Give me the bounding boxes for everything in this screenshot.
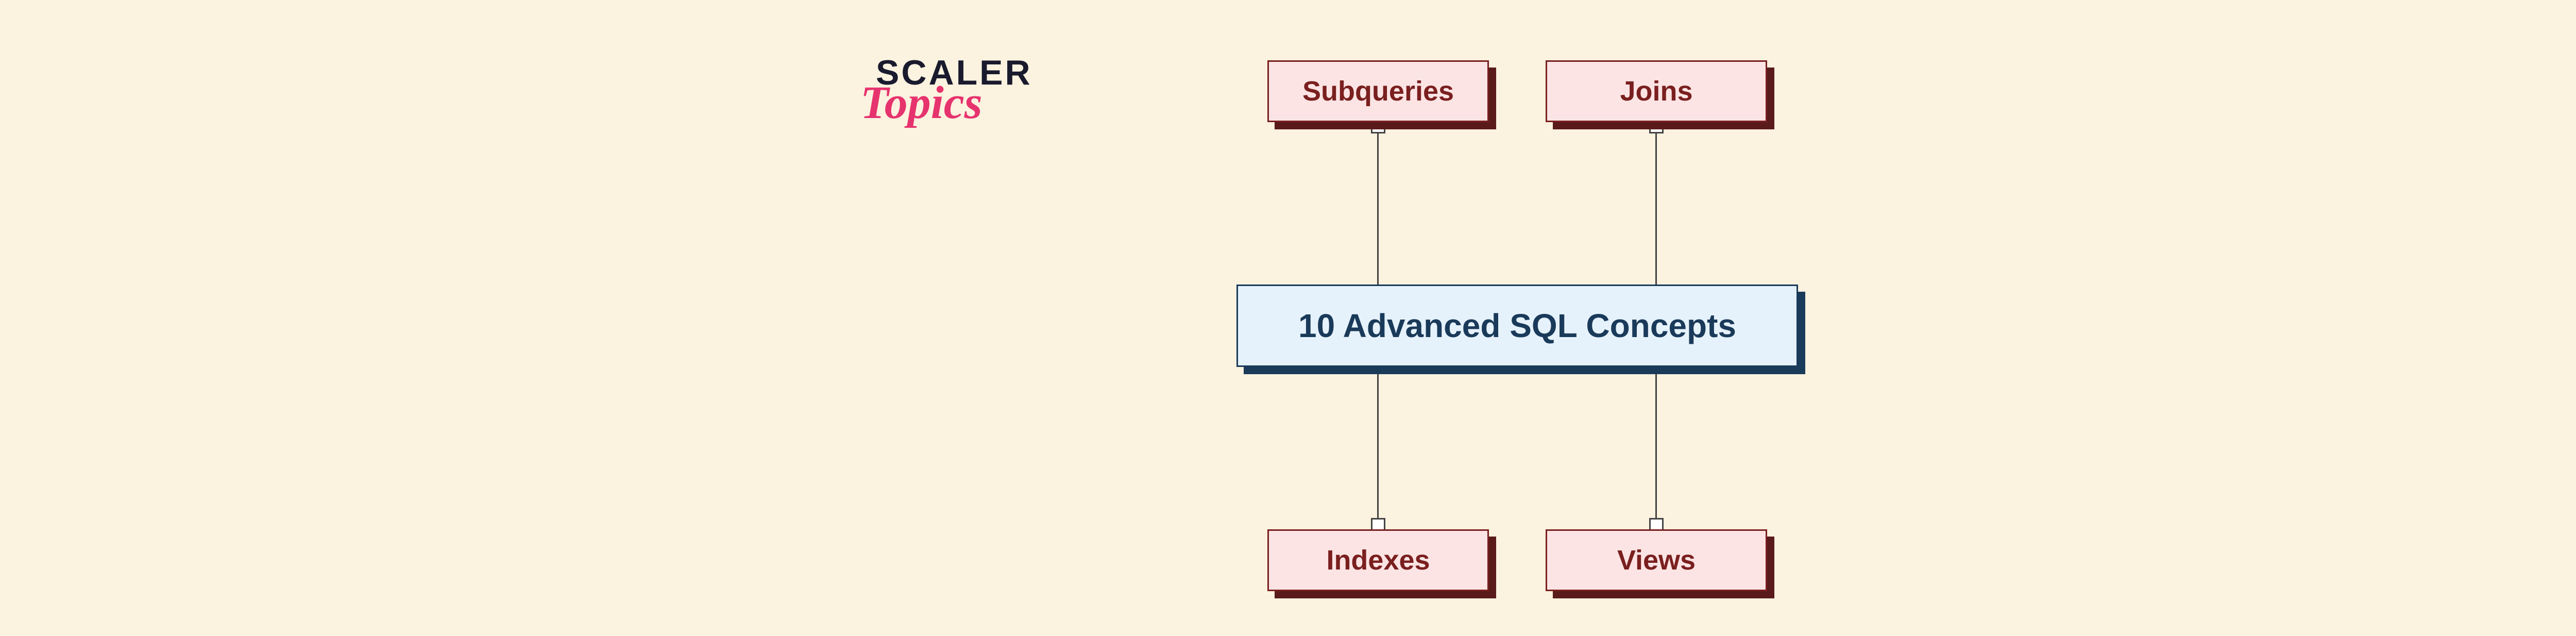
diagram-canvas: SCALER Topics Subqueries Joins 10 Advanc… <box>876 35 2215 601</box>
connector-line <box>1377 367 1379 529</box>
connector-line <box>1655 367 1657 529</box>
node-label: Subqueries <box>1302 75 1454 107</box>
node-views: Views <box>1546 529 1767 591</box>
node-center-title: 10 Advanced SQL Concepts <box>1236 284 1798 367</box>
connector-line <box>1377 122 1379 284</box>
scaler-topics-logo: SCALER Topics <box>876 55 1032 126</box>
node-subqueries: Subqueries <box>1267 60 1489 122</box>
node-label: Views <box>1617 544 1696 576</box>
center-title-label: 10 Advanced SQL Concepts <box>1298 307 1736 345</box>
connector-line <box>1655 122 1657 284</box>
node-joins: Joins <box>1546 60 1767 122</box>
node-label: Joins <box>1620 75 1692 107</box>
node-label: Indexes <box>1326 544 1430 576</box>
node-indexes: Indexes <box>1267 529 1489 591</box>
